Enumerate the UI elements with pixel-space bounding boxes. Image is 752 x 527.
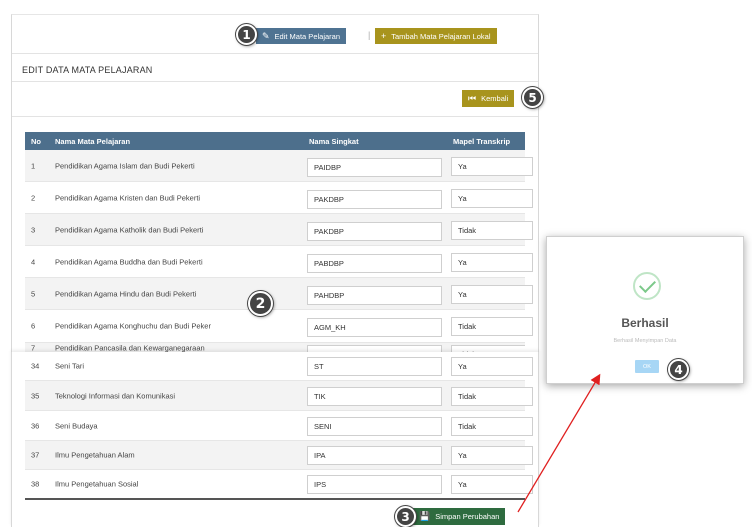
toolbar-separator: | (368, 30, 371, 40)
row-no: 2 (31, 193, 36, 202)
transkrip-input[interactable]: Ya (451, 475, 533, 494)
transkrip-input[interactable]: Tidak (451, 317, 533, 336)
save-button-label: Simpan Perubahan (435, 512, 500, 521)
table-row: 3 Pendidikan Agama Katholik dan Budi Pek… (25, 214, 533, 246)
row-name: Pendidikan Agama Hindu dan Budi Pekerti (55, 289, 197, 298)
row-no: 6 (31, 321, 36, 331)
transkrip-input[interactable]: Ya (451, 253, 533, 272)
table-row: 38 Ilmu Pengetahuan Sosial IPS Ya (25, 470, 533, 498)
row-name: Pendidikan Agama Katholik dan Budi Peker… (55, 225, 204, 234)
tambah-mata-pelajaran-button[interactable]: + Tambah Mata Pelajaran Lokal (375, 28, 497, 44)
short-name-input[interactable]: SENI (307, 417, 442, 436)
transkrip-input[interactable]: Tidak (451, 387, 533, 406)
header-transkrip: Mapel Transkrip (453, 137, 511, 146)
short-name-input[interactable]: PAKDBP (307, 190, 442, 209)
divider (12, 81, 538, 82)
modal-message: Berhasil Menyimpan Data (613, 338, 677, 344)
step-3-marker: 3 (395, 506, 416, 527)
transkrip-input[interactable]: Ya (451, 357, 533, 376)
step-1-marker: 1 (236, 24, 257, 45)
short-name-input[interactable]: IPA (307, 446, 442, 465)
table-bottom-border (25, 498, 525, 500)
save-icon: 💾 (419, 511, 431, 521)
table-row: 6 Pendidikan Agama Konghuchu dan Budi Pe… (25, 310, 533, 343)
row-no: 5 (31, 289, 36, 298)
simpan-perubahan-button[interactable]: 💾 Simpan Perubahan (413, 508, 506, 525)
ok-button[interactable]: OK (635, 360, 659, 373)
short-name-input[interactable]: IPS (307, 475, 442, 494)
step-2-marker: 2 (248, 291, 273, 316)
row-name: Seni Budaya (55, 421, 98, 430)
row-no: 4 (31, 257, 36, 266)
edit-button-label: Edit Mata Pelajaran (274, 31, 340, 41)
table-row: 5 Pendidikan Agama Hindu dan Budi Pekert… (25, 278, 533, 310)
success-modal: Berhasil Berhasil Menyimpan Data OK (546, 236, 744, 384)
row-name: Ilmu Pengetahuan Alam (55, 450, 135, 460)
row-name: Ilmu Pengetahuan Sosial (55, 479, 139, 489)
kembali-button[interactable]: ⏮ Kembali (462, 90, 515, 107)
divider (12, 116, 538, 117)
row-no: 37 (31, 450, 40, 460)
transkrip-input[interactable]: Ya (451, 285, 533, 304)
transkrip-input[interactable]: Ya (451, 157, 533, 176)
row-no: 36 (31, 421, 40, 430)
table-row: 34 Seni Tari ST Ya (25, 352, 533, 381)
short-name-input[interactable]: TIK (307, 387, 442, 406)
table-row: 36 Seni Budaya SENI Tidak (25, 411, 533, 441)
add-button-label: Tambah Mata Pelajaran Lokal (391, 31, 491, 41)
kembali-label: Kembali (481, 94, 509, 103)
row-name: Pendidikan Agama Kristen dan Budi Pekert… (55, 193, 201, 202)
transkrip-input[interactable]: Tidak (451, 221, 533, 240)
row-no: 3 (31, 225, 36, 234)
header-short: Nama Singkat (309, 137, 359, 146)
table-header: No Nama Mata Pelajaran Nama Singkat Mape… (25, 132, 525, 150)
short-name-input[interactable]: PAIDBP (307, 158, 442, 177)
divider (12, 53, 538, 54)
row-name: Pendidikan Agama Buddha dan Budi Pekerti (55, 257, 203, 266)
step-5-marker: 5 (522, 87, 543, 108)
step-4-marker: 4 (668, 359, 689, 380)
table-row: 1 Pendidikan Agama Islam dan Budi Pekert… (25, 150, 533, 182)
short-name-input[interactable]: PAKDBP (307, 222, 442, 241)
edit-panel-continued: 34 Seni Tari ST Ya 35 Teknologi Informas… (11, 352, 539, 527)
row-no: 38 (31, 479, 40, 489)
row-name: Teknologi Informasi dan Komunikasi (55, 391, 176, 400)
table-row: 4 Pendidikan Agama Buddha dan Budi Peker… (25, 246, 533, 278)
table-row: 2 Pendidikan Agama Kristen dan Budi Peke… (25, 182, 533, 214)
transkrip-input[interactable]: Ya (451, 446, 533, 465)
short-name-input[interactable]: PABDBP (307, 254, 442, 273)
row-no: 1 (31, 161, 36, 170)
transkrip-input[interactable]: Ya (451, 189, 533, 208)
row-no: 35 (31, 391, 40, 400)
header-no: No (31, 137, 41, 146)
plus-icon: + (381, 30, 387, 41)
short-name-input[interactable]: AGM_KH (307, 318, 442, 337)
page-title: EDIT DATA MATA PELAJARAN (22, 65, 153, 75)
modal-title: Berhasil (621, 316, 669, 330)
check-icon (633, 272, 661, 300)
table-row: 37 Ilmu Pengetahuan Alam IPA Ya (25, 441, 533, 470)
header-name: Nama Mata Pelajaran (55, 137, 131, 146)
back-icon: ⏮ (468, 93, 477, 103)
short-name-input[interactable]: ST (307, 357, 442, 376)
row-no: 34 (31, 361, 40, 371)
edit-panel: ✎ Edit Mata Pelajaran | + Tambah Mata Pe… (11, 14, 543, 353)
transkrip-input[interactable]: Tidak (451, 417, 533, 436)
row-name: Pendidikan Agama Islam dan Budi Pekerti (55, 161, 195, 170)
row-name: Seni Tari (55, 361, 85, 371)
short-name-input[interactable]: PAHDBP (307, 286, 442, 305)
edit-icon: ✎ (262, 30, 270, 41)
edit-mata-pelajaran-button[interactable]: ✎ Edit Mata Pelajaran (256, 28, 346, 44)
row-name: Pendidikan Agama Konghuchu dan Budi Peke… (55, 321, 211, 331)
table-row: 35 Teknologi Informasi dan Komunikasi TI… (25, 381, 533, 411)
